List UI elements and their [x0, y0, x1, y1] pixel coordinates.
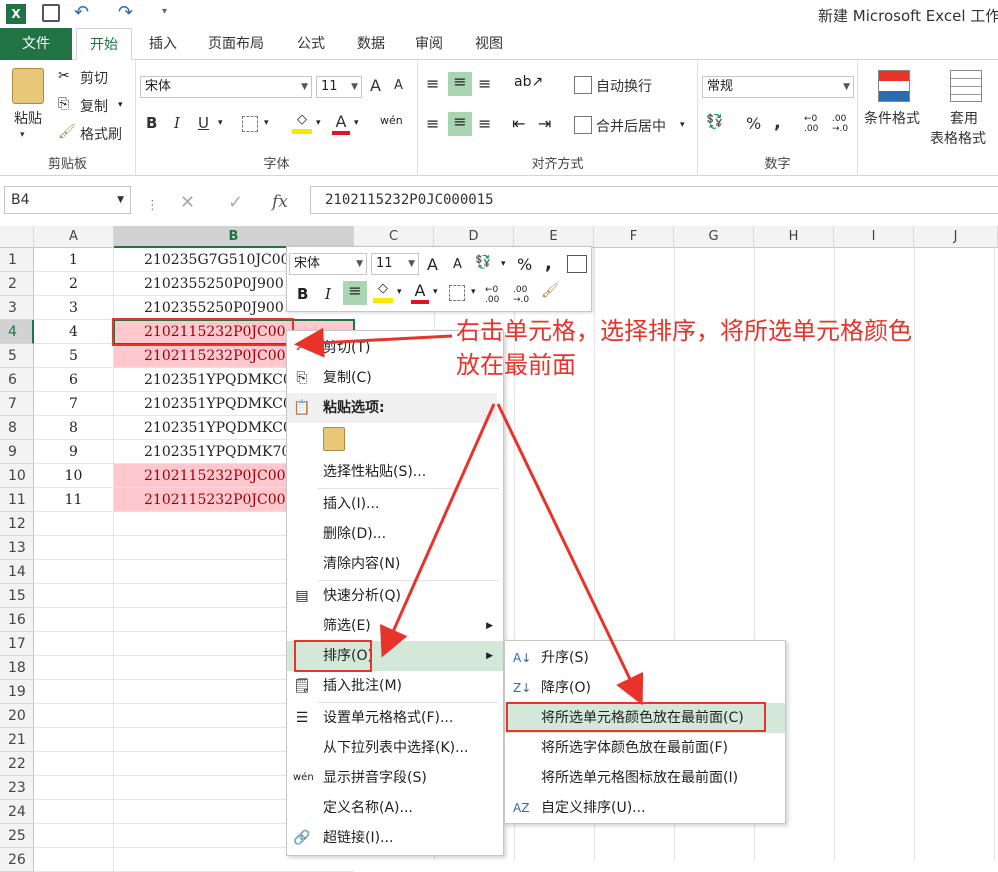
annotation-arrows: [294, 327, 644, 706]
arrow-to-sort: [380, 403, 496, 658]
arrow-to-cell: [294, 327, 453, 358]
arrow-to-cell-color: [496, 403, 644, 706]
